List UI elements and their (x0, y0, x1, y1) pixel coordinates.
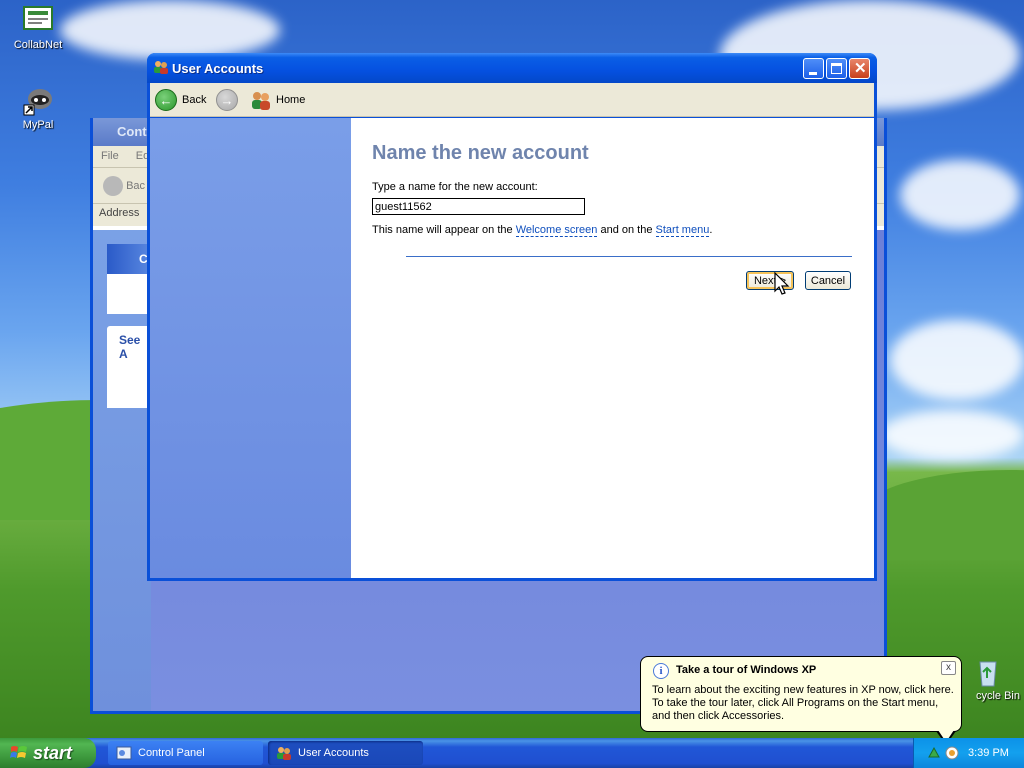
account-name-label: Type a name for the new account: (372, 181, 538, 193)
task-label: Control Panel (138, 747, 205, 759)
minimize-icon (809, 72, 817, 75)
balloon-body: To learn about the exciting new features… (652, 684, 954, 722)
mouse-cursor-icon (774, 271, 790, 296)
cloud (900, 160, 1020, 230)
welcome-screen-link[interactable]: Welcome screen (515, 224, 598, 237)
network-icon[interactable] (926, 745, 942, 761)
balloon-title: Take a tour of Windows XP (676, 664, 817, 676)
separator-line (406, 256, 852, 257)
close-button[interactable]: ✕ (849, 58, 870, 79)
desktop-icon-label: MyPal (22, 119, 54, 131)
back-button[interactable]: ← Back (155, 89, 206, 111)
forward-button[interactable]: → (216, 89, 238, 111)
user-accounts-icon (276, 745, 292, 761)
back-label: Back (182, 94, 207, 106)
tour-tray-icon[interactable] (944, 745, 960, 761)
desktop-icon-mypal[interactable]: MyPal (3, 85, 73, 131)
info-suffix: . (709, 224, 713, 236)
home-label: Home (276, 94, 306, 106)
start-menu-link[interactable]: Start menu (655, 224, 710, 237)
clock[interactable]: 3:39 PM (968, 747, 1009, 759)
tour-balloon[interactable]: i Take a tour of Windows XP x To learn a… (640, 656, 962, 745)
taskbar-button-user-accounts[interactable]: User Accounts (268, 741, 423, 765)
control-panel-box: Co (107, 244, 155, 314)
minimize-button[interactable] (803, 58, 824, 79)
content-area: Name the new account Type a name for the… (351, 118, 874, 578)
info-text: This name will appear on the Welcome scr… (372, 224, 713, 237)
window-title: User Accounts (172, 61, 264, 76)
navigation-bar: ← Back → Home (150, 83, 874, 117)
system-tray: 3:39 PM (913, 738, 1024, 768)
home-button[interactable]: Home (250, 89, 305, 111)
balloon-close-button[interactable]: x (941, 661, 956, 675)
see-also-header: See A (119, 333, 141, 361)
cloud (890, 320, 1024, 400)
page-heading: Name the new account (372, 142, 589, 164)
forward-arrow-icon: → (216, 89, 238, 111)
back-arrow-icon: ← (155, 89, 177, 111)
desktop-icon-label: CollabNet (13, 39, 63, 51)
raccoon-icon (22, 85, 54, 117)
taskbar: start Control Panel User Accounts 3:39 P… (0, 738, 1024, 768)
control-panel-icon (116, 745, 132, 761)
cloud (880, 410, 1024, 460)
menu-file[interactable]: File (101, 150, 119, 162)
task-label: User Accounts (298, 747, 369, 759)
desktop-icon-collabnet[interactable]: CollabNet (3, 5, 73, 51)
home-users-icon (250, 89, 272, 111)
user-accounts-titlebar[interactable]: User Accounts ✕ (147, 53, 877, 83)
address-label: Address (99, 207, 140, 219)
certificate-icon (22, 5, 54, 37)
info-icon: i (653, 663, 669, 679)
cancel-button[interactable]: Cancel (805, 271, 851, 290)
see-also-box: See A (107, 326, 151, 408)
info-prefix: This name will appear on the (372, 224, 516, 236)
account-name-input[interactable] (372, 198, 585, 215)
recycle-bin-icon (971, 656, 1003, 688)
user-accounts-window: User Accounts ✕ ← Back → Home Name the n… (147, 53, 877, 581)
close-icon: ✕ (854, 60, 867, 77)
windows-flag-icon (10, 744, 28, 762)
cloud (60, 0, 280, 60)
control-panel-back-button[interactable]: Bac (126, 180, 145, 192)
control-panel-box-header: Co (107, 244, 155, 274)
control-panel-task-pane: Co See A (93, 230, 155, 711)
back-arrow-icon (103, 176, 123, 196)
info-middle: and on the (597, 224, 656, 236)
taskbar-button-control-panel[interactable]: Control Panel (108, 741, 263, 765)
start-button[interactable]: start (0, 738, 96, 768)
maximize-icon (831, 63, 842, 74)
user-accounts-icon (153, 59, 169, 75)
start-label: start (33, 742, 73, 763)
task-sidebar (150, 118, 351, 578)
maximize-button[interactable] (826, 58, 847, 79)
